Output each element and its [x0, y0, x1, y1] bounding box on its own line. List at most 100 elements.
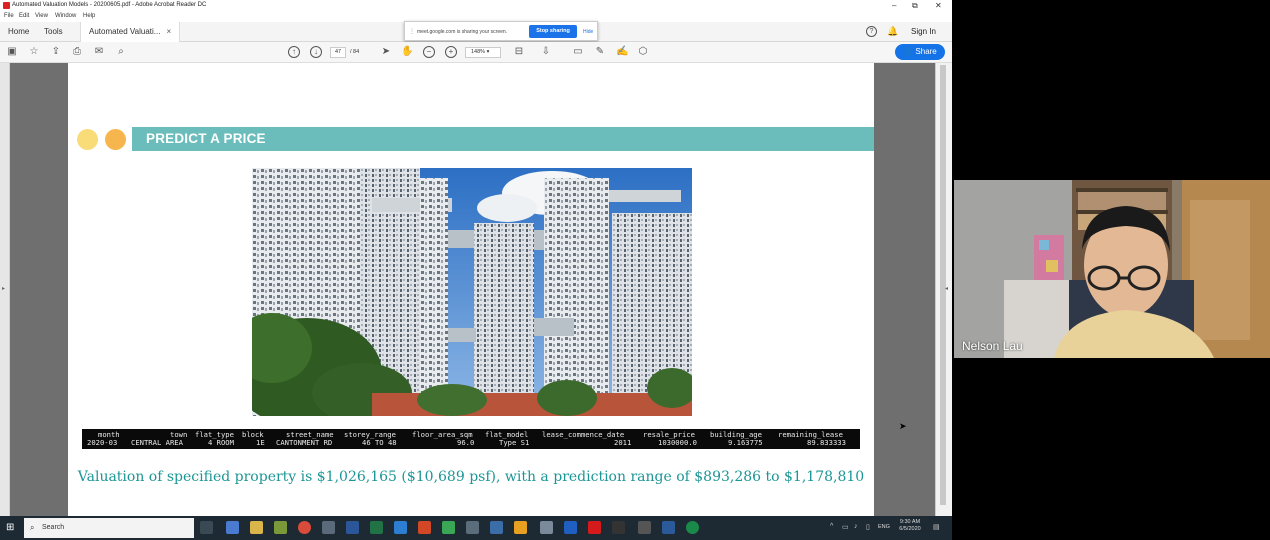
word-icon[interactable] — [346, 521, 359, 534]
tab-document-label: Automated Valuati... — [89, 27, 161, 36]
help-icon[interactable]: ? — [866, 26, 877, 37]
task-view-icon[interactable] — [200, 521, 213, 534]
bell-icon[interactable]: 🔔 — [887, 26, 898, 37]
taskbar-search-box[interactable]: ⌕ Search — [24, 518, 194, 538]
share-button[interactable]: 👤 Share — [895, 44, 945, 60]
sign-icon[interactable]: ✍ — [616, 46, 628, 58]
table-cell: 1030000.0 — [658, 438, 697, 447]
clock[interactable]: 9:30 AM 6/5/2020 — [895, 519, 925, 533]
toolbar: ▣ ☆ ⇪ ⎙ ✉ ⌕ ↑ ↓ 47 / 84 ➤ ✋ − + 148% ▾ ⊟… — [0, 42, 952, 63]
prediction-input-table: month town flat_type block street_name s… — [82, 429, 860, 449]
page-number-input[interactable]: 47 — [330, 47, 346, 58]
tab-document[interactable]: Automated Valuati... × — [80, 22, 181, 42]
search-icon[interactable]: ⌕ — [115, 46, 127, 58]
calculator-icon[interactable] — [638, 521, 651, 534]
restore-button[interactable]: ⧉ — [912, 1, 918, 11]
acrobat-window: Automated Valuation Models - 20200605.pd… — [0, 0, 952, 516]
windows-start-icon[interactable]: ⊞ — [6, 522, 14, 533]
notifications-icon[interactable]: ▤ — [933, 523, 940, 531]
file-explorer-icon[interactable] — [250, 521, 263, 534]
pdf-page: PREDICT A PRICE month town flat_type blo… — [68, 63, 874, 516]
table-cell: 96.0 — [457, 438, 475, 447]
media-player-icon[interactable] — [612, 521, 625, 534]
app-icon-7[interactable] — [540, 521, 553, 534]
right-black-area — [952, 516, 1270, 540]
previous-page-icon[interactable]: ↑ — [288, 46, 300, 58]
menu-view[interactable]: View — [35, 13, 48, 19]
acrobat-app-icon — [3, 2, 10, 9]
save-icon[interactable]: ▣ — [6, 46, 18, 58]
app-icon-3[interactable] — [442, 521, 455, 534]
hand-tool-icon[interactable]: ✋ — [401, 46, 413, 58]
drag-handle-icon[interactable]: ⋮ — [409, 28, 415, 35]
building-photo — [252, 168, 692, 416]
menu-file[interactable]: File — [4, 13, 14, 19]
minimize-button[interactable]: – — [892, 1, 896, 10]
menu-help[interactable]: Help — [83, 13, 95, 19]
print-icon[interactable]: ⎙ — [71, 46, 83, 58]
search-placeholder: Search — [42, 524, 65, 531]
acrobat-taskbar-icon[interactable] — [588, 521, 601, 534]
language-indicator[interactable]: ENG — [878, 524, 890, 531]
bookmark-star-icon[interactable]: ☆ — [28, 46, 40, 58]
share-button-label: Share — [915, 47, 937, 56]
app-icon-8[interactable] — [564, 521, 577, 534]
app-icon-4[interactable] — [466, 521, 479, 534]
more-tools-icon[interactable]: ⬡ — [637, 46, 649, 58]
windows-taskbar: ⊞ ⌕ Search ^ ▭ ♪ ▯ ENG 9:30 AM 6/5/2020 ▤ — [0, 516, 952, 540]
email-icon[interactable]: ✉ — [93, 46, 105, 58]
clock-date: 6/5/2020 — [899, 526, 921, 532]
select-cursor-icon[interactable]: ➤ — [380, 46, 392, 58]
expand-left-pane-icon[interactable]: ▸ — [2, 285, 5, 292]
excel-icon[interactable] — [370, 521, 383, 534]
tray-battery-icon[interactable]: ▯ — [866, 523, 870, 531]
mouse-cursor-icon: ➤ — [899, 421, 907, 431]
app-icon-9[interactable] — [662, 521, 675, 534]
tray-network-icon[interactable]: ▭ — [842, 523, 849, 531]
scroll-mode-icon[interactable]: ⇩ — [540, 46, 552, 58]
stop-sharing-button[interactable]: Stop sharing — [529, 25, 577, 38]
powerpoint-icon[interactable] — [418, 521, 431, 534]
zoom-in-icon[interactable]: + — [445, 46, 457, 58]
mail-app-icon[interactable] — [226, 521, 239, 534]
fit-page-icon[interactable]: ⊟ — [513, 46, 525, 58]
menu-window[interactable]: Window — [55, 13, 76, 19]
upload-icon[interactable]: ⇪ — [50, 46, 62, 58]
table-cell: 1E — [256, 438, 265, 447]
screen-share-notice: ⋮ meet.google.com is sharing your screen… — [404, 21, 598, 41]
document-area[interactable]: PREDICT A PRICE month town flat_type blo… — [10, 63, 935, 516]
sign-in-link[interactable]: Sign In — [911, 22, 936, 42]
app-icon-6[interactable] — [514, 521, 527, 534]
highlight-pen-icon[interactable]: ✎ — [594, 46, 606, 58]
meet-icon[interactable] — [686, 521, 699, 534]
zoom-level-select[interactable]: 148% ▾ — [465, 47, 501, 58]
table-cell: Type S1 — [499, 438, 530, 447]
participant-video-frame — [954, 180, 1270, 358]
participant-video-tile: Nelson Lau — [954, 180, 1270, 358]
tab-tools[interactable]: Tools — [44, 22, 63, 42]
app-icon-1[interactable] — [322, 521, 335, 534]
left-navigation-pane[interactable]: ▸ — [0, 63, 10, 516]
collapse-right-pane-icon[interactable]: ◂ — [945, 285, 948, 292]
tab-home[interactable]: Home — [8, 22, 29, 42]
close-window-button[interactable]: ✕ — [935, 1, 942, 10]
store-app-icon[interactable] — [274, 521, 287, 534]
valuation-result: Valuation of specified property is $1,02… — [77, 469, 865, 485]
table-cell: 46 TO 48 — [362, 438, 397, 447]
hide-button[interactable]: Hide — [583, 29, 593, 35]
tray-volume-icon[interactable]: ♪ — [854, 523, 858, 530]
next-page-icon[interactable]: ↓ — [310, 46, 322, 58]
close-tab-icon[interactable]: × — [166, 27, 171, 36]
comment-icon[interactable]: ▭ — [572, 46, 584, 58]
menu-edit[interactable]: Edit — [19, 13, 29, 19]
table-header-cell: lease_commence_date — [542, 430, 625, 439]
zoom-out-icon[interactable]: − — [423, 46, 435, 58]
chrome-icon[interactable] — [298, 521, 311, 534]
app-icon-2[interactable] — [394, 521, 407, 534]
tray-chevron-icon[interactable]: ^ — [830, 523, 833, 530]
zoom-level-value: 148% — [471, 49, 486, 55]
table-cell: 4 ROOM — [208, 438, 234, 447]
vertical-scrollbar[interactable]: ◂ — [935, 63, 952, 516]
screen: Automated Valuation Models - 20200605.pd… — [0, 0, 1270, 540]
app-icon-5[interactable] — [490, 521, 503, 534]
